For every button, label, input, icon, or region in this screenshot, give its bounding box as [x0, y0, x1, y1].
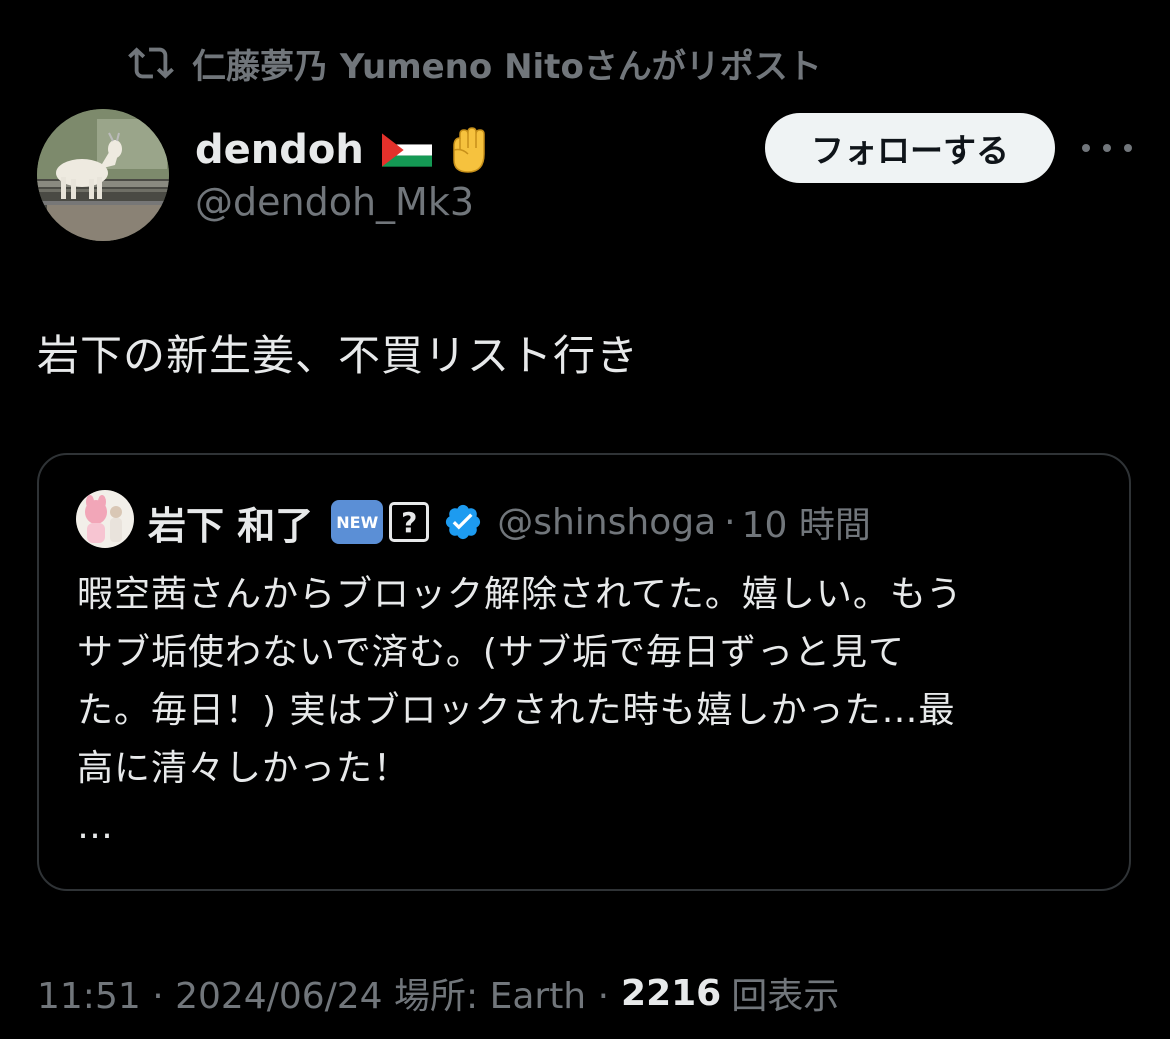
verified-badge-icon — [446, 504, 481, 540]
views-label: 回表示 — [731, 976, 840, 1017]
repost-icon — [128, 47, 174, 79]
views-count: 2216 — [621, 972, 722, 1014]
quoted-display-name[interactable]: 岩下 和了 — [148, 495, 313, 550]
quoted-text-ellipsis: … — [77, 806, 114, 847]
question-badge-icon: ? — [389, 502, 430, 542]
quoted-handle[interactable]: @shinshoga — [497, 502, 716, 543]
tweet-timestamp[interactable]: 11:51 · 2024/06/24 場所: Earth · — [37, 967, 609, 1019]
new-badge-icon: NEW — [331, 500, 384, 544]
follow-button[interactable]: フォローする — [765, 113, 1055, 183]
tweet-text: 岩下の新生姜、不買リスト行き — [37, 331, 640, 380]
quoted-text-line: 暇空茜さんからブロック解除されてた。嬉しい。もう — [77, 574, 963, 615]
quoted-header: 岩下 和了 NEW ? @shinshoga · 10 時間 — [148, 493, 871, 551]
palestine-flag-icon — [381, 133, 432, 167]
repost-indicator[interactable]: 仁藤夢乃 Yumeno Nitoさんがリポスト — [128, 38, 822, 88]
quoted-text-line: 高に清々しかった！ — [77, 748, 411, 789]
author-display-name[interactable]: dendoh — [195, 127, 364, 173]
author-name-row[interactable]: dendoh — [195, 122, 494, 178]
author-avatar[interactable] — [37, 109, 169, 241]
separator-dot: · — [724, 501, 736, 543]
raised-fist-icon — [453, 127, 485, 173]
more-options-icon[interactable] — [1082, 128, 1132, 168]
dot — [1082, 144, 1090, 152]
quoted-timestamp[interactable]: 10 時間 — [742, 496, 871, 548]
repost-text: 仁藤夢乃 Yumeno Nitoさんがリポスト — [192, 46, 822, 87]
quoted-text-line: サブ垢使わないで済む。(サブ垢で毎日ずっと見て — [77, 632, 905, 673]
dot — [1124, 144, 1132, 152]
dot — [1103, 144, 1111, 152]
author-handle[interactable]: @dendoh_Mk3 — [195, 180, 474, 224]
quoted-text: 暇空茜さんからブロック解除されてた。嬉しい。もう サブ垢使わないで済む。(サブ垢… — [77, 566, 1107, 856]
quoted-text-line: た。毎日！) 実はブロックされた時も嬉しかった…最 — [77, 690, 956, 731]
tweet-meta: 11:51 · 2024/06/24 場所: Earth · 2216 回表示 — [37, 966, 839, 1020]
quoted-author-avatar[interactable] — [76, 490, 134, 548]
